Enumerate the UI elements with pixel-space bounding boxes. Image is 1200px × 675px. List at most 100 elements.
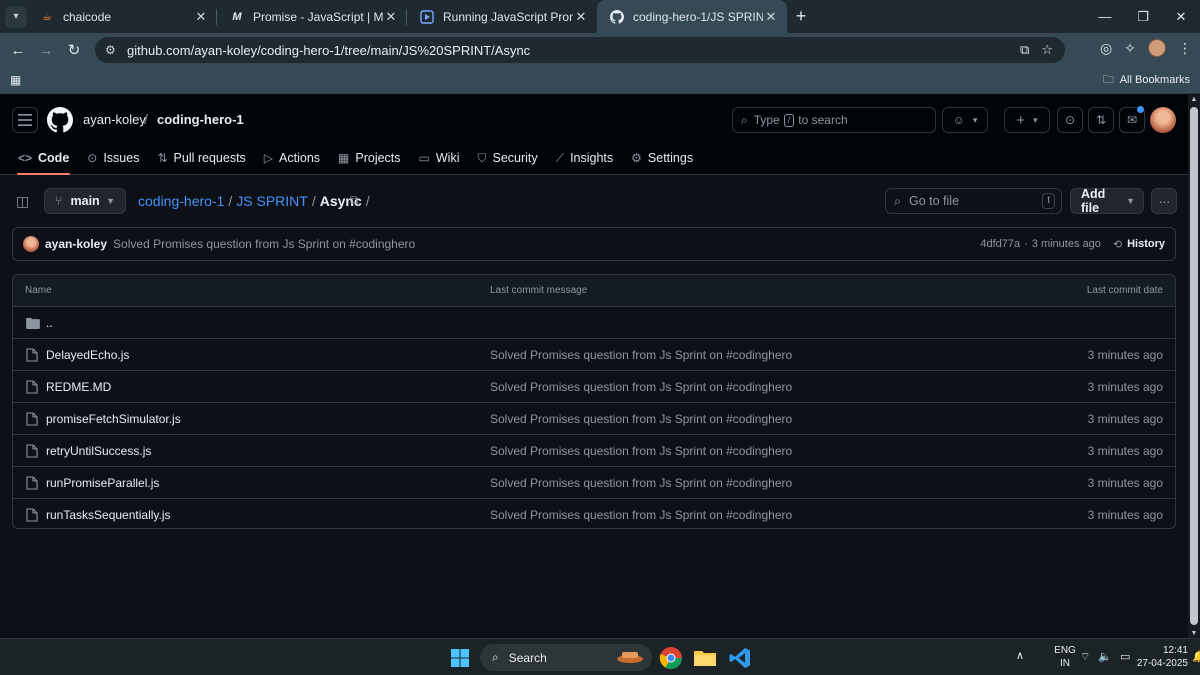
pull-request-icon: ⇅: [1095, 113, 1107, 127]
history-button[interactable]: ⟲ History: [1113, 238, 1165, 251]
tab-label: Pull requests: [173, 151, 246, 165]
file-name-link[interactable]: runTasksSequentially.js: [46, 508, 171, 522]
tab-settings[interactable]: ⚙ Settings: [622, 145, 702, 171]
back-arrow-icon[interactable]: ←: [4, 42, 32, 59]
apps-grid-icon[interactable]: ▦: [10, 73, 21, 87]
restore-icon[interactable]: ❐: [1124, 9, 1162, 25]
tab-code[interactable]: <> Code: [9, 145, 78, 175]
window-close-icon[interactable]: ✕: [1162, 9, 1200, 25]
more-options-button[interactable]: ···: [1151, 188, 1177, 214]
vscode-icon[interactable]: [728, 646, 752, 670]
windows-start-icon[interactable]: [451, 649, 469, 667]
file-commit-message[interactable]: Solved Promises question from Js Sprint …: [490, 412, 792, 426]
browser-tab-chaicode[interactable]: ☕ chaicode ✕: [27, 0, 217, 33]
scrollbar-thumb[interactable]: [1190, 107, 1198, 625]
branch-selector-button[interactable]: ⑂ main ▼: [44, 188, 126, 214]
search-suffix: to search: [798, 113, 848, 127]
graph-icon: ⟋: [555, 150, 565, 165]
taskbar-search[interactable]: ⌕ Search: [480, 644, 652, 671]
commit-author-avatar[interactable]: [23, 236, 39, 252]
tab-actions[interactable]: ▷ Actions: [255, 145, 329, 171]
copilot-button[interactable]: ☺ ▾: [942, 107, 988, 133]
site-settings-icon[interactable]: ⚙: [105, 43, 123, 57]
new-tab-button[interactable]: +: [787, 6, 815, 27]
global-search-input[interactable]: ⌕ Type / to search: [732, 107, 936, 133]
file-commit-message[interactable]: Solved Promises question from Js Sprint …: [490, 348, 792, 362]
browser-tab-mdn[interactable]: M Promise - JavaScript | MDN ✕: [217, 0, 407, 33]
reload-icon[interactable]: ↻: [60, 41, 88, 59]
extension-target-icon[interactable]: ◎: [1100, 40, 1112, 57]
notification-bell-icon[interactable]: 🔔: [1192, 650, 1200, 663]
copy-path-icon[interactable]: ⧉: [350, 193, 359, 208]
tab-security[interactable]: ⛉ Security: [468, 145, 546, 171]
all-bookmarks[interactable]: 🗀 All Bookmarks: [1103, 71, 1190, 90]
scroll-down-icon[interactable]: ▼: [1190, 630, 1198, 637]
install-app-icon[interactable]: ⧉: [1020, 42, 1029, 58]
commit-author[interactable]: ayan-koley: [45, 237, 107, 251]
scroll-up-icon[interactable]: ▲: [1190, 96, 1198, 103]
repo-owner-link[interactable]: ayan-koley: [83, 112, 146, 127]
tab-wiki[interactable]: ▭ Wiki: [410, 145, 469, 171]
region-code: IN: [1060, 658, 1070, 669]
breadcrumb-folder-link[interactable]: JS SPRINT: [236, 193, 308, 209]
extensions-puzzle-icon[interactable]: ✧: [1124, 40, 1136, 57]
tray-chevron-up-icon[interactable]: ∧: [1016, 649, 1024, 662]
tab-insights[interactable]: ⟋ Insights: [547, 145, 623, 171]
user-avatar[interactable]: [1150, 107, 1176, 133]
tab-search-button[interactable]: ▾: [5, 5, 27, 28]
create-new-button[interactable]: + ▾: [1004, 107, 1050, 133]
repo-name-link[interactable]: coding-hero-1: [157, 112, 244, 127]
kebab-menu-icon[interactable]: ⋮: [1178, 40, 1192, 57]
file-name-link[interactable]: REDME.MD: [46, 380, 111, 394]
browser-tab-video[interactable]: Running JavaScript Promises in ✕: [407, 0, 597, 33]
file-explorer-icon[interactable]: [693, 646, 717, 670]
parent-directory-link[interactable]: ..: [46, 316, 53, 330]
bookmark-star-icon[interactable]: ☆: [1041, 42, 1053, 58]
go-to-file-input[interactable]: ⌕ Go to file t: [885, 188, 1062, 214]
breadcrumb-repo-link[interactable]: coding-hero-1: [138, 193, 224, 209]
issues-header-button[interactable]: ⊙: [1057, 107, 1083, 133]
history-clock-icon: ⟲: [1112, 238, 1123, 251]
file-name-link[interactable]: DelayedEcho.js: [46, 348, 129, 362]
address-bar[interactable]: ⚙ github.com/ayan-koley/coding-hero-1/tr…: [95, 37, 1065, 63]
close-icon[interactable]: ✕: [193, 9, 209, 25]
file-commit-message[interactable]: Solved Promises question from Js Sprint …: [490, 476, 792, 490]
close-icon[interactable]: ✕: [573, 9, 589, 25]
hamburger-icon: [18, 114, 32, 126]
chrome-icon[interactable]: [659, 646, 683, 670]
taskbar-clock[interactable]: 12:41 27-04-2025: [1130, 644, 1188, 670]
file-commit-message[interactable]: Solved Promises question from Js Sprint …: [490, 380, 792, 394]
parent-directory-row[interactable]: ..: [13, 307, 1175, 339]
file-table: Name Last commit message Last commit dat…: [12, 274, 1176, 529]
sidebar-toggle-icon[interactable]: ◫: [16, 193, 29, 210]
address-url: github.com/ayan-koley/coding-hero-1/tree…: [127, 42, 531, 58]
tab-pull-requests[interactable]: ⇅ Pull requests: [148, 145, 254, 171]
file-commit-message[interactable]: Solved Promises question from Js Sprint …: [490, 508, 792, 522]
commit-message[interactable]: Solved Promises question from Js Sprint …: [113, 237, 415, 251]
browser-tab-github[interactable]: coding-hero-1/JS SPRINT/Async ✕: [597, 0, 787, 33]
github-logo-icon[interactable]: [47, 107, 73, 133]
search-icon: ⌕: [741, 112, 748, 127]
file-commit-message[interactable]: Solved Promises question from Js Sprint …: [490, 444, 792, 458]
close-icon[interactable]: ✕: [763, 9, 779, 25]
tab-issues[interactable]: ⊙ Issues: [78, 145, 148, 171]
tab-projects[interactable]: ▦ Projects: [329, 145, 410, 171]
page-scrollbar[interactable]: ▲ ▼: [1188, 95, 1200, 638]
profile-avatar[interactable]: [1148, 39, 1166, 57]
close-icon[interactable]: ✕: [383, 9, 399, 25]
search-highlight-icon: [617, 652, 643, 663]
pull-requests-header-button[interactable]: ⇅: [1088, 107, 1114, 133]
tab-title: coding-hero-1/JS SPRINT/Async: [633, 9, 763, 24]
menu-button[interactable]: [12, 107, 38, 133]
quick-settings[interactable]: ⌔ 🔈 ▭: [1080, 650, 1130, 664]
go-to-file-placeholder: Go to file: [909, 194, 960, 208]
forward-arrow-icon[interactable]: →: [32, 42, 60, 59]
commit-hash[interactable]: 4dfd77a: [980, 238, 1020, 250]
input-language[interactable]: ENG IN: [1050, 644, 1080, 670]
minimize-icon[interactable]: —: [1086, 9, 1124, 25]
actions-icon: ▷: [263, 151, 274, 165]
add-file-button[interactable]: Add file ▼: [1070, 187, 1144, 215]
file-name-link[interactable]: promiseFetchSimulator.js: [46, 412, 181, 426]
file-name-link[interactable]: runPromiseParallel.js: [46, 476, 159, 490]
file-name-link[interactable]: retryUntilSuccess.js: [46, 444, 151, 458]
